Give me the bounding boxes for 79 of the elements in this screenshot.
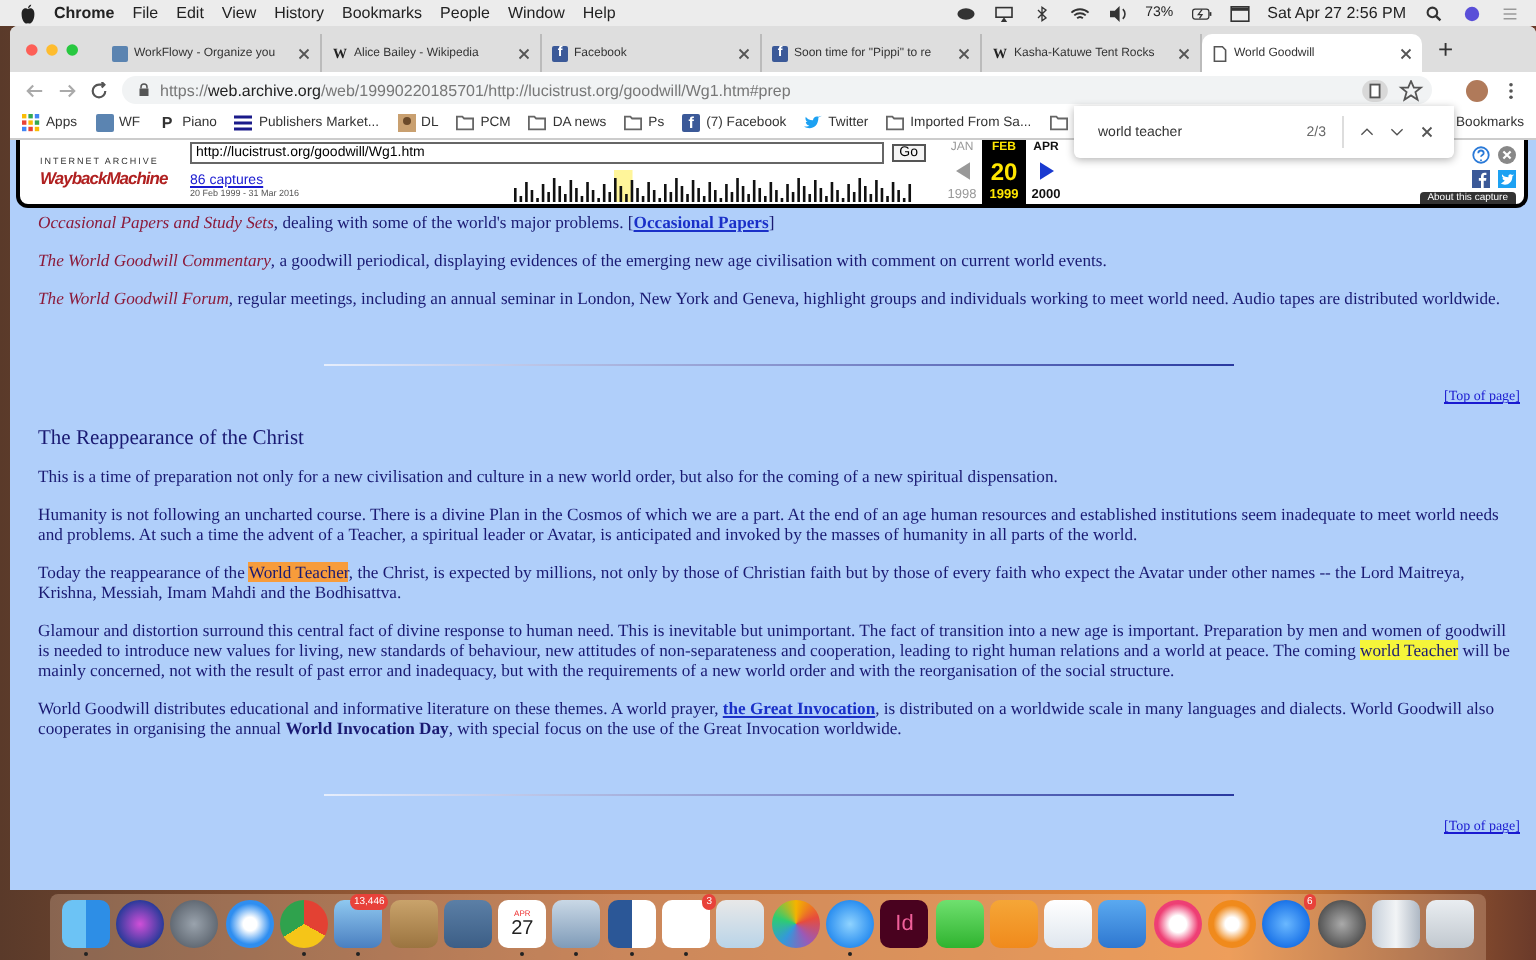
lock-icon (138, 82, 150, 98)
menu-item[interactable]: File (132, 4, 159, 22)
favicon-icon (95, 114, 113, 132)
bookmark[interactable] (1049, 114, 1068, 132)
app-icon[interactable]: Id (880, 899, 929, 947)
close-icon[interactable] (1400, 47, 1412, 59)
window-controls-icon[interactable] (26, 43, 78, 55)
apps-grid-icon (22, 114, 40, 132)
paragraph: Glamour and distortion surround this central fact of divine response to human need. This is inevitable but unimportant. The fact of transition into a new age is important. Preparation by men and women of goodwill is needed to introduce new values for living, new standards of behaviour, new attitudes of non-separateness and cooperation, leading to right human relations and a world at peace. The coming world Teacher will be mainly concerned, not with the result of past error and inadequacy, but with the requirements of a new world order and with the reorganisation of the social structure. (38, 620, 1512, 680)
star-icon[interactable] (1398, 79, 1424, 101)
folder-icon (624, 114, 643, 132)
app-icon[interactable] (1426, 899, 1475, 947)
app-menu[interactable]: Chrome (54, 4, 115, 22)
battery-icon[interactable] (1191, 5, 1212, 21)
previous-match-icon[interactable] (1360, 126, 1374, 138)
lines-icon (234, 114, 253, 132)
twitter-icon[interactable] (1498, 169, 1516, 187)
address-bar[interactable]: https://web.archive.org/web/19990220185701/http://lucistrust.org/goodwill/Wg1.htm#prep (122, 76, 1432, 104)
close-icon[interactable] (298, 47, 310, 59)
close-icon[interactable] (518, 47, 530, 59)
close-icon[interactable] (1420, 126, 1434, 138)
favicon-icon: f (682, 114, 701, 132)
menu-item[interactable]: History (274, 4, 325, 22)
section-heading: The Reappearance of the Christ (38, 430, 306, 450)
page-icon (1212, 45, 1228, 61)
photo-icon (397, 114, 416, 132)
menu-item[interactable]: View (221, 4, 257, 22)
current-day: 20 (990, 159, 1018, 183)
paragraph: World Goodwill distributes educational and informative literature on these themes. A world prayer, the Great Invocation, is distributed on a worldwide scale in many languages and dialects. World Goodwill also cooperates in organising the annual World Invocation Day, with special focus on the use of the Great Invocation worldwide. (38, 698, 1497, 738)
help-icon[interactable] (1472, 146, 1490, 164)
previous-arrow-icon[interactable] (955, 162, 969, 180)
link[interactable]: the Great Invocation (722, 698, 876, 718)
menu-item[interactable]: Bookmarks (342, 4, 423, 22)
menu-item[interactable]: People (440, 4, 490, 22)
avatar-icon[interactable] (1466, 79, 1488, 101)
new-tab-button[interactable]: + (1438, 34, 1454, 64)
calendar-icon[interactable] (1229, 5, 1250, 21)
menu-item[interactable]: Help (582, 4, 616, 22)
folder-icon (528, 114, 547, 132)
close-icon[interactable] (1178, 47, 1190, 59)
forward-icon[interactable] (58, 81, 76, 99)
app-icon[interactable] (607, 899, 656, 947)
wayback-logo[interactable]: WaybackMachine (40, 168, 190, 188)
menu-item[interactable]: Edit (176, 4, 204, 22)
back-icon[interactable] (26, 81, 44, 99)
folder-icon (1049, 114, 1068, 132)
search-icon[interactable] (1424, 5, 1444, 21)
paragraph: Occasional Papers and Study Sets, dealing with some of the world's major problems. [Occasional Papers] (38, 212, 777, 232)
wifi-icon[interactable] (1069, 5, 1090, 21)
next-match-icon[interactable] (1390, 126, 1404, 138)
apple-icon[interactable] (20, 3, 36, 23)
menu-item[interactable]: Window (507, 4, 565, 22)
favicon-icon: P (158, 114, 177, 132)
paragraph: The World Goodwill Commentary, a goodwill periodical, displaying evidences of the emerging new age civilisation with comment on current world events. (38, 250, 1109, 270)
paragraph: This is a time of preparation not only for a new civilisation and culture in a new world order, but also for the coming of a new spiritual dispensation. (38, 466, 1060, 486)
link[interactable]: Occasional Papers (633, 212, 769, 232)
next-arrow-icon[interactable] (1039, 162, 1053, 180)
list-icon[interactable] (1500, 5, 1520, 21)
close-icon[interactable] (738, 47, 750, 59)
calendar-day: 27 (511, 917, 534, 939)
app-label: Id (895, 911, 914, 935)
url-text: https://web.archive.org/web/19990220185701/http://lucistrust.org/goodwill/Wg1.htm#prep (160, 81, 791, 99)
paragraph: The World Goodwill Forum, regular meetings, including an annual seminar in London, New York and Geneva, highlight groups and individuals working to meet world need. Audio tapes are distributed worldwide. (38, 288, 1502, 308)
clock[interactable]: Sat Apr 27 2:56 PM (1267, 4, 1406, 22)
bird-icon (804, 114, 823, 132)
volume-icon[interactable] (1107, 5, 1128, 21)
folder-icon (456, 114, 475, 132)
display-icon[interactable] (993, 5, 1014, 21)
paragraph: Humanity is not following an uncharted course. There is a divine Plan in the Cosmos of which we are a part. At the end of an age human resources and established institutions seem inadequate to meet world needs and problems. At such a time the advent of a Teacher, a spiritual leader or Avatar, is anticipated and invoked by the masses of humanity in all parts of the world. (38, 504, 1501, 544)
cloud-icon[interactable] (955, 5, 976, 21)
close-icon[interactable] (1498, 146, 1516, 164)
favicon-icon (112, 45, 128, 61)
facebook-icon[interactable] (1472, 169, 1490, 187)
document-icon[interactable] (1362, 79, 1388, 101)
close-icon[interactable] (958, 47, 970, 59)
siri-icon[interactable] (1462, 5, 1482, 21)
folder-icon (886, 114, 905, 132)
app-icon[interactable] (1371, 899, 1420, 947)
reload-icon[interactable] (90, 81, 108, 99)
